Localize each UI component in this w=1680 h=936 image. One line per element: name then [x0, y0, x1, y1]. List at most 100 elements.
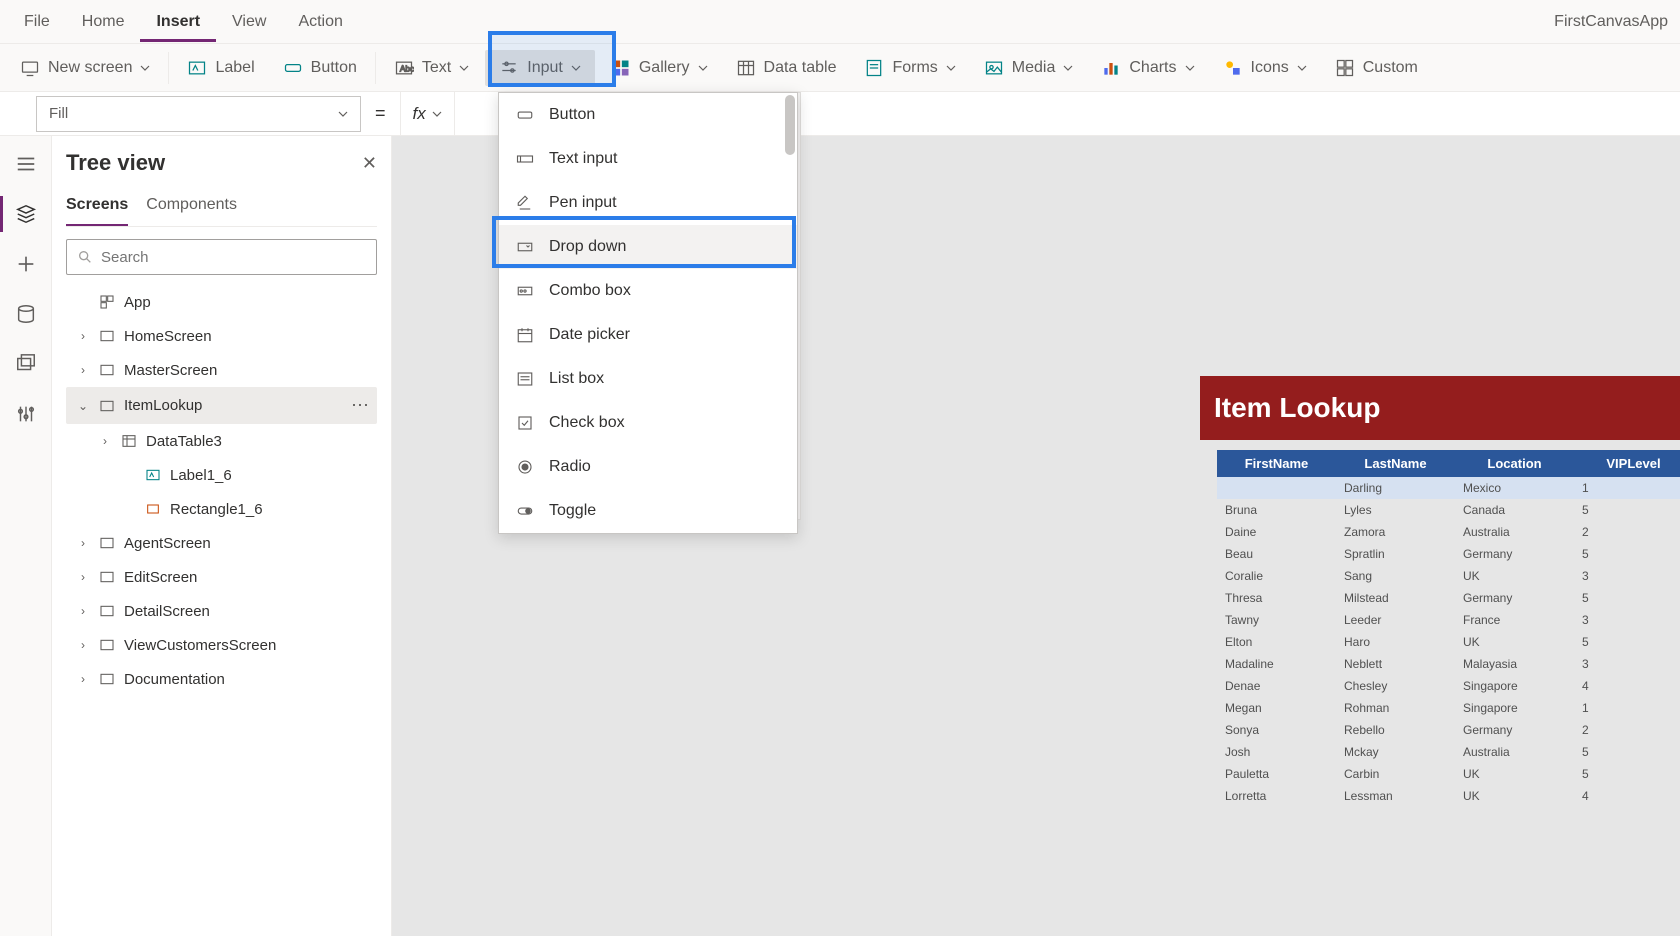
chevron-right-icon[interactable]: ›	[76, 363, 90, 377]
input-button[interactable]: Input	[485, 50, 595, 86]
input-menu-date-picker[interactable]: Date picker	[499, 313, 797, 357]
hamburger-icon[interactable]	[12, 150, 40, 178]
tree-screen-agentscreen[interactable]: › AgentScreen	[66, 526, 377, 560]
table-cell: 5	[1574, 499, 1680, 521]
table-row[interactable]: LorrettaLessmanUK4	[1217, 785, 1680, 807]
tree-screen-editscreen[interactable]: ›EditScreen	[66, 560, 377, 594]
table-row[interactable]: DarlingMexico1	[1217, 477, 1680, 499]
input-menu-text-input[interactable]: Text input	[499, 137, 797, 181]
tree-screen-detailscreen[interactable]: › DetailScreen	[66, 594, 377, 628]
label-button[interactable]: Label	[175, 52, 266, 84]
preview-datatable: FirstName LastName Location VIPLevel Dar…	[1217, 450, 1680, 807]
table-row[interactable]: ThresaMilsteadGermany5	[1217, 587, 1680, 609]
tree-screen-itemlookup[interactable]: ⌄ItemLookup⋯	[66, 387, 377, 424]
table-row[interactable]: MadalineNeblettMalayasia3	[1217, 653, 1680, 675]
col-firstname: FirstName	[1217, 450, 1336, 477]
input-menu-scrollbar-thumb[interactable]	[785, 95, 795, 155]
close-icon[interactable]: ✕	[362, 153, 377, 174]
media-label: Media	[1012, 59, 1056, 77]
tree-screen-homescreen[interactable]: › HomeScreen	[66, 319, 377, 353]
tree-view-icon[interactable]	[12, 200, 40, 228]
menu-insert[interactable]: Insert	[140, 2, 216, 42]
table-row[interactable]: CoralieSangUK3	[1217, 565, 1680, 587]
menu-view[interactable]: View	[216, 5, 282, 39]
menu-action[interactable]: Action	[282, 5, 358, 39]
charts-button[interactable]: Charts	[1089, 52, 1206, 84]
sliders-icon	[499, 58, 519, 78]
text-button[interactable]: Abc Text	[382, 52, 481, 84]
input-menu-button[interactable]: Button	[499, 93, 797, 137]
tree-app[interactable]: App	[66, 285, 377, 319]
chevron-right-icon[interactable]: ›	[76, 536, 90, 550]
chevron-right-icon[interactable]: ›	[76, 570, 90, 584]
chevron-down-icon[interactable]: ⌄	[76, 399, 90, 413]
chevron-right-icon[interactable]: ›	[76, 329, 90, 343]
input-menu-radio[interactable]: Radio	[499, 445, 797, 489]
chevron-down-icon	[571, 63, 581, 73]
input-menu-pen-input[interactable]: Pen input	[499, 181, 797, 225]
menu-item-label: Date picker	[549, 326, 630, 344]
search-input[interactable]	[101, 249, 366, 266]
more-icon[interactable]: ⋯	[351, 395, 371, 416]
table-row[interactable]: DaineZamoraAustralia2	[1217, 521, 1680, 543]
custom-button[interactable]: Custom	[1323, 52, 1430, 84]
forms-button[interactable]: Forms	[852, 52, 967, 84]
table-row[interactable]: DenaeChesleySingapore4	[1217, 675, 1680, 697]
tree-screen-masterscreen[interactable]: ›MasterScreen	[66, 353, 377, 387]
tree-item-label: DetailScreen	[124, 603, 210, 620]
table-cell: Elton	[1217, 631, 1336, 653]
input-menu-combo-box[interactable]: Combo box	[499, 269, 797, 313]
chevron-down-icon	[946, 63, 956, 73]
insert-rail-icon[interactable]	[12, 250, 40, 278]
menu-item-label: List box	[549, 370, 604, 388]
input-menu-list-box[interactable]: List box	[499, 357, 797, 401]
menu-home[interactable]: Home	[66, 5, 141, 39]
table-cell	[1217, 477, 1336, 499]
label-icon	[187, 58, 207, 78]
table-row[interactable]: PaulettaCarbinUK5	[1217, 763, 1680, 785]
table-row[interactable]: BrunaLylesCanada5	[1217, 499, 1680, 521]
tree-screen-documentation[interactable]: ›Documentation	[66, 662, 377, 696]
tree-child-datatable3[interactable]: ›DataTable3	[66, 424, 377, 458]
table-cell: 3	[1574, 609, 1680, 631]
tab-screens[interactable]: Screens	[66, 190, 128, 226]
tree-child-rectangle1_6[interactable]: Rectangle1_6	[66, 492, 377, 526]
new-screen-button[interactable]: New screen	[8, 52, 162, 84]
table-cell: Darling	[1336, 477, 1455, 499]
media-rail-icon[interactable]	[12, 350, 40, 378]
tree-item-label: AgentScreen	[124, 535, 211, 552]
fx-button[interactable]: fx	[400, 92, 455, 135]
tree-screen-viewcustomersscreen[interactable]: ›ViewCustomersScreen	[66, 628, 377, 662]
table-row[interactable]: BeauSpratlinGermany5	[1217, 543, 1680, 565]
gallery-button[interactable]: Gallery	[599, 52, 720, 84]
col-viplevel: VIPLevel	[1574, 450, 1680, 477]
tab-components[interactable]: Components	[146, 190, 237, 226]
data-table-button[interactable]: Data table	[724, 52, 849, 84]
chevron-right-icon[interactable]: ›	[76, 604, 90, 618]
tree-item-label: HomeScreen	[124, 328, 212, 345]
chevron-right-icon[interactable]: ›	[98, 434, 112, 448]
button-button[interactable]: Button	[271, 52, 369, 84]
table-cell: Rebello	[1336, 719, 1455, 741]
table-row[interactable]: MeganRohmanSingapore1	[1217, 697, 1680, 719]
table-row[interactable]: SonyaRebelloGermany2	[1217, 719, 1680, 741]
chevron-right-icon[interactable]: ›	[76, 672, 90, 686]
data-rail-icon[interactable]	[12, 300, 40, 328]
charts-label: Charts	[1129, 59, 1176, 77]
media-button[interactable]: Media	[972, 52, 1086, 84]
search-box[interactable]	[66, 239, 377, 275]
menu-file[interactable]: File	[8, 5, 66, 39]
table-row[interactable]: TawnyLeederFrance3	[1217, 609, 1680, 631]
advanced-tools-icon[interactable]	[12, 400, 40, 428]
table-row[interactable]: EltonHaroUK5	[1217, 631, 1680, 653]
table-row[interactable]: JoshMckayAustralia5	[1217, 741, 1680, 763]
input-menu-check-box[interactable]: Check box	[499, 401, 797, 445]
property-selector[interactable]: Fill	[36, 96, 361, 132]
icons-button[interactable]: Icons	[1211, 52, 1319, 84]
tree-child-label1_6[interactable]: Label1_6	[66, 458, 377, 492]
input-menu-drop-down[interactable]: Drop down	[499, 225, 797, 269]
chevron-right-icon[interactable]: ›	[76, 638, 90, 652]
charts-icon	[1101, 58, 1121, 78]
table-cell: 2	[1574, 719, 1680, 741]
input-menu-toggle[interactable]: Toggle	[499, 489, 797, 533]
